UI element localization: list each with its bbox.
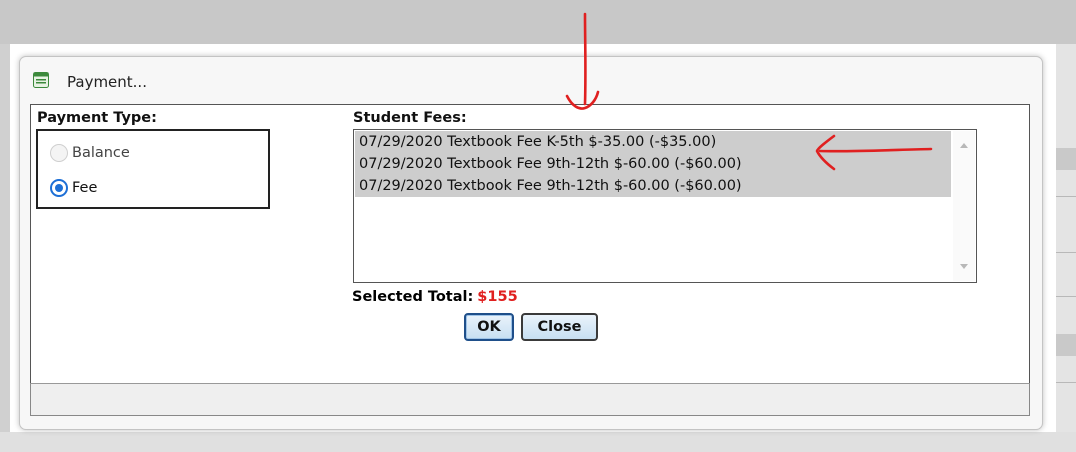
dialog-content: Payment Type: Balance Fee Student Fees: … [30, 104, 1030, 386]
scroll-up-icon[interactable] [960, 143, 968, 148]
radio-option-balance[interactable]: Balance [50, 143, 130, 163]
selected-total-label: Selected Total: [352, 289, 474, 305]
selected-total-value: $155 [477, 289, 518, 305]
radio-option-fee[interactable]: Fee [50, 178, 97, 198]
background-page-left [0, 44, 10, 452]
background-page-right [1056, 44, 1076, 452]
close-button[interactable]: Close [521, 313, 598, 341]
background-page-bottom [0, 432, 1076, 452]
balance-radio[interactable] [50, 144, 68, 162]
dialog-title: Payment... [67, 73, 147, 91]
student-fees-listbox[interactable]: 07/29/2020 Textbook Fee K-5th $-35.00 (-… [353, 129, 977, 283]
selected-total: Selected Total: $155 [352, 289, 518, 305]
fee-list-item[interactable]: 07/29/2020 Textbook Fee 9th-12th $-60.00… [355, 175, 951, 197]
window-form-icon [33, 72, 49, 88]
fee-radio-label: Fee [72, 180, 98, 196]
ok-button[interactable]: OK [464, 313, 514, 341]
balance-radio-label: Balance [72, 145, 130, 161]
background-page-header [0, 0, 1076, 44]
dialog-footer [30, 383, 1030, 416]
payment-type-group: Balance Fee [36, 129, 270, 209]
fee-radio[interactable] [50, 179, 68, 197]
listbox-scrollbar[interactable] [953, 131, 975, 281]
payment-type-label: Payment Type: [37, 110, 157, 126]
fee-list-item[interactable]: 07/29/2020 Textbook Fee 9th-12th $-60.00… [355, 153, 951, 175]
payment-dialog: Payment... Payment Type: Balance Fee Stu… [19, 56, 1043, 430]
scroll-down-icon[interactable] [960, 264, 968, 269]
student-fees-label: Student Fees: [353, 110, 467, 126]
fee-list-item[interactable]: 07/29/2020 Textbook Fee K-5th $-35.00 (-… [355, 131, 951, 153]
dialog-titlebar[interactable]: Payment... [20, 57, 1042, 103]
